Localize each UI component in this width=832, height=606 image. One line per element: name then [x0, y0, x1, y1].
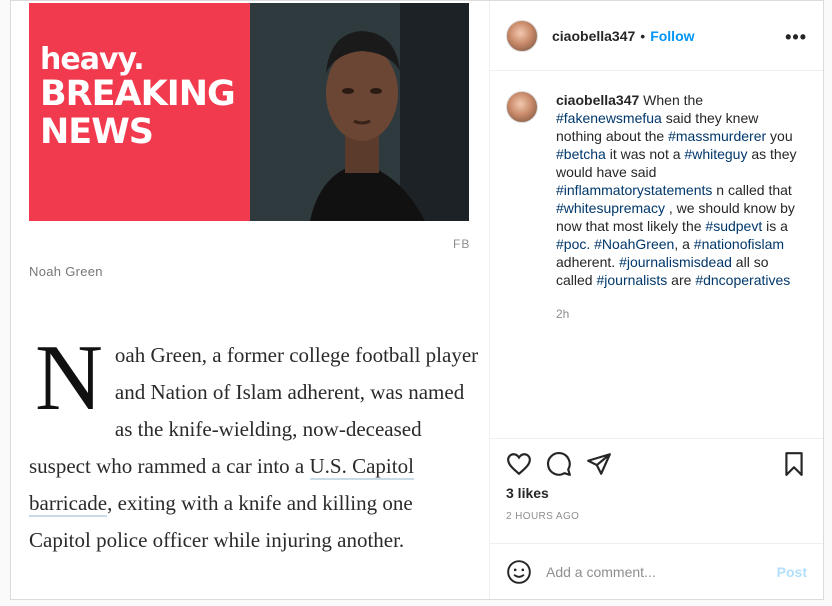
instagram-post: heavy. BREAKING NEWS FB Noah Green N oah…: [10, 0, 824, 600]
breaking-news-banner: heavy. BREAKING NEWS: [29, 3, 250, 221]
separator-dot: •: [640, 27, 646, 44]
hashtag-link[interactable]: #journalismisdead: [619, 254, 732, 270]
avatar[interactable]: [506, 19, 538, 52]
post-comment-button[interactable]: Post: [777, 564, 807, 580]
heavy-logo: heavy.: [40, 42, 145, 77]
hashtag-link[interactable]: #journalists: [596, 272, 667, 288]
post-actions: 3 likes 2 HOURS AGO Post: [490, 437, 823, 599]
news-text: NEWS: [40, 112, 154, 152]
comment-text-segment: adherent.: [556, 254, 620, 271]
hashtag-link[interactable]: #betcha: [556, 146, 606, 162]
paper-plane-icon[interactable]: [586, 451, 612, 477]
comment-body: ciaobella347 When the #fakenewsmefua sai…: [556, 91, 806, 418]
breaking-text: BREAKING: [40, 74, 236, 114]
bookmark-icon[interactable]: [781, 451, 807, 477]
action-icons: [506, 451, 612, 477]
follow-button[interactable]: Follow: [650, 28, 694, 44]
article-text: Noah Green, a former college football pl…: [29, 326, 479, 559]
post-sidebar: ciaobella347 • Follow ••• ciaobella347 W…: [489, 1, 823, 599]
hashtag-link[interactable]: #NoahGreen: [594, 236, 674, 252]
comment-text-segment: is a: [762, 218, 788, 235]
hashtag-link[interactable]: #sudpevt: [705, 218, 762, 234]
post-media[interactable]: heavy. BREAKING NEWS FB Noah Green N oah…: [11, 1, 489, 599]
comment-username[interactable]: ciaobella347: [556, 92, 639, 108]
comment-text-segment: , a: [674, 236, 694, 253]
more-options-icon[interactable]: •••: [785, 27, 807, 48]
smiley-icon[interactable]: [506, 559, 532, 585]
comment-text: ciaobella347 When the #fakenewsmefua sai…: [556, 91, 806, 289]
hashtag-link[interactable]: #whiteguy: [684, 146, 747, 162]
hashtag-link[interactable]: #dncoperatives: [695, 272, 790, 288]
hashtag-link[interactable]: #poc.: [556, 236, 590, 252]
hashtag-link[interactable]: #nationofislam: [694, 236, 784, 252]
hashtag-link[interactable]: #whitesupremacy: [556, 200, 665, 216]
caption-comment: ciaobella347 When the #fakenewsmefua sai…: [490, 71, 823, 438]
add-comment-bar: Post: [490, 543, 823, 599]
comment-segments: When the #fakenewsmefua said they knew n…: [556, 92, 797, 288]
comment-input[interactable]: [546, 563, 766, 580]
comment-timestamp[interactable]: 2h: [556, 305, 806, 323]
heart-icon[interactable]: [506, 451, 532, 477]
hashtag-link[interactable]: #massmurderer: [668, 128, 766, 144]
post-time-ago[interactable]: 2 HOURS AGO: [506, 511, 579, 522]
hashtag-link[interactable]: #inflammatorystatements: [556, 182, 712, 198]
suspect-photo: [250, 3, 469, 221]
comment-text-segment: When the: [639, 92, 704, 109]
comment-icon[interactable]: [546, 451, 572, 477]
photo-credit: FB: [453, 237, 471, 251]
photo-caption: Noah Green: [29, 264, 103, 279]
comment-avatar[interactable]: [506, 91, 538, 124]
drop-cap: N: [35, 326, 103, 430]
post-header: ciaobella347 • Follow •••: [490, 1, 823, 72]
header-username[interactable]: ciaobella347: [552, 28, 635, 44]
like-count[interactable]: 3 likes: [506, 485, 549, 501]
comment-text-segment: it was not a: [605, 146, 685, 163]
news-hero-image: heavy. BREAKING NEWS: [29, 3, 469, 221]
hashtag-link[interactable]: #fakenewsmefua: [556, 110, 662, 126]
comment-text-segment: you: [766, 128, 793, 145]
comment-text-segment: are: [667, 272, 696, 289]
comment-text-segment: n called that: [712, 182, 792, 199]
